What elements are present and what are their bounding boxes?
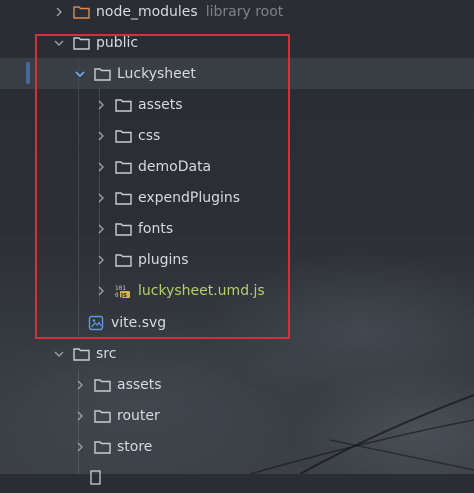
tree-row-label: node_modules [96, 3, 198, 20]
tree-row-assets[interactable]: assets [0, 89, 474, 120]
tree-row-label: store [117, 438, 153, 455]
tree-row-label: luckysheet.umd.js [138, 282, 265, 299]
tree-row-css[interactable]: css [0, 120, 474, 151]
tree-row-src-assets[interactable]: assets [0, 369, 474, 400]
chevron-right-icon[interactable] [73, 440, 87, 454]
tree-row-label: plugins [138, 251, 189, 268]
library-root-hint: library root [205, 3, 284, 20]
folder-icon [114, 221, 132, 237]
tree-row-label: public [96, 34, 139, 51]
excluded-folder-icon [72, 4, 90, 20]
chevron-right-icon[interactable] [94, 253, 108, 267]
chevron-right-icon[interactable] [94, 191, 108, 205]
tree-row-plugins[interactable]: plugins [0, 244, 474, 275]
chevron-right-icon[interactable] [94, 129, 108, 143]
tree-row-node-modules[interactable]: node_modules library root [0, 0, 474, 27]
folder-icon [114, 159, 132, 175]
chevron-right-icon[interactable] [94, 284, 108, 298]
tree-row-public[interactable]: public [0, 27, 474, 58]
tree-row-luckysheet-umd-js[interactable]: 101 0 JS luckysheet.umd.js [0, 275, 474, 306]
tree-row-vite-svg[interactable]: vite.svg [0, 307, 474, 338]
chevron-down-icon[interactable] [52, 347, 66, 361]
tree-row-label: assets [117, 376, 162, 393]
tree-row-router[interactable]: router [0, 400, 474, 431]
chevron-right-icon[interactable] [73, 409, 87, 423]
folder-icon [72, 346, 90, 362]
tree-row-label: Luckysheet [117, 65, 196, 82]
tree-row-label: expendPlugins [138, 189, 241, 206]
tree-row-fonts[interactable]: fonts [0, 213, 474, 244]
tree-row-label: demoData [138, 158, 212, 175]
chevron-right-icon[interactable] [94, 160, 108, 174]
folder-icon [93, 439, 111, 455]
tree-row-demodata[interactable]: demoData [0, 151, 474, 182]
tree-row-store[interactable]: store [0, 431, 474, 462]
folder-icon [93, 66, 111, 82]
tree-row-expendplugins[interactable]: expendPlugins [0, 182, 474, 213]
folder-icon [114, 190, 132, 206]
image-file-icon [87, 315, 105, 331]
tree-row-src[interactable]: src [0, 338, 474, 369]
chevron-down-icon[interactable] [52, 36, 66, 50]
chevron-right-icon[interactable] [73, 378, 87, 392]
tree-row-label: fonts [138, 220, 174, 237]
chevron-down-icon[interactable] [73, 67, 87, 81]
folder-icon [114, 97, 132, 113]
tree-row-label: src [96, 345, 117, 362]
folder-icon [72, 35, 90, 51]
folder-icon [93, 408, 111, 424]
chevron-right-icon[interactable] [94, 222, 108, 236]
tree-row-luckysheet[interactable]: Luckysheet [0, 58, 474, 89]
tree-row-label: vite.svg [111, 314, 167, 331]
file-icon [87, 469, 105, 486]
folder-icon [114, 128, 132, 144]
chevron-right-icon[interactable] [94, 98, 108, 112]
tree-row-partial [0, 462, 474, 493]
svg-text:101: 101 [115, 285, 126, 292]
tree-row-label: assets [138, 96, 183, 113]
tree-row-label: router [117, 407, 160, 424]
file-tree: node_modules library root public Luckysh… [0, 0, 474, 485]
folder-icon [93, 377, 111, 393]
chevron-right-icon[interactable] [52, 5, 66, 19]
svg-text:JS: JS [120, 293, 127, 299]
svg-text:0: 0 [115, 292, 119, 299]
tree-row-label: css [138, 127, 161, 144]
folder-icon [114, 252, 132, 268]
binary-js-file-icon: 101 0 JS [114, 283, 132, 299]
